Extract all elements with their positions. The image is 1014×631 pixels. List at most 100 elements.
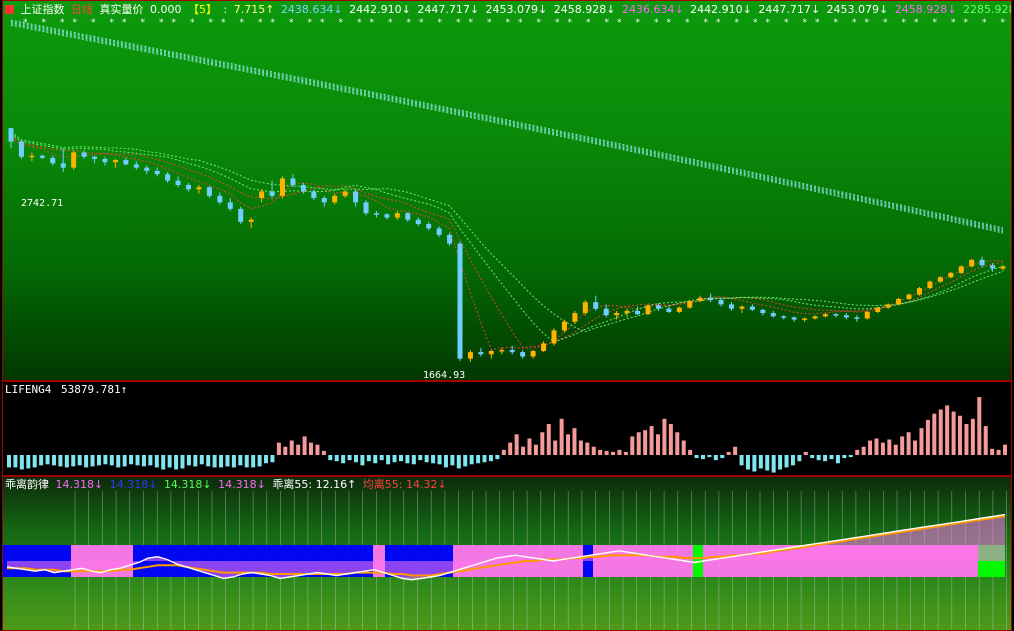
lifeng4-bar <box>264 455 269 464</box>
lifeng4-bar <box>816 455 821 461</box>
lifeng4-name[interactable]: LIFENG4 <box>5 383 51 396</box>
lifeng4-bar <box>559 418 564 455</box>
lifeng4-bar <box>861 446 866 455</box>
lifeng4-bar <box>713 455 718 461</box>
lifeng4-histogram[interactable] <box>3 382 1012 476</box>
lifeng4-bar <box>71 455 76 467</box>
candle-body <box>290 178 296 185</box>
signal-star-marker: * <box>91 18 96 28</box>
lifeng4-bar <box>463 455 468 467</box>
indicator-value-12: 2285.928↓ <box>962 3 1011 16</box>
candle-body <box>781 316 787 318</box>
indicator-name[interactable]: 真实量价 <box>100 3 144 16</box>
indicator-value-6: 2458.928↓ <box>553 3 616 16</box>
signal-star-marker: * <box>23 18 28 28</box>
lifeng4-bar <box>129 455 134 465</box>
candle-body <box>269 191 275 196</box>
lifeng4-bar <box>880 442 885 455</box>
candle-body <box>447 234 453 244</box>
signal-star-marker: * <box>110 18 115 28</box>
divergence-chart[interactable] <box>3 477 1012 631</box>
lifeng4-bar <box>174 455 179 470</box>
candle-body <box>248 219 254 222</box>
candle-body <box>405 213 411 220</box>
signal-star-marker: * <box>258 18 263 28</box>
lifeng4-bar <box>206 455 211 467</box>
divergence-panel[interactable]: 乖离韵律 14.318↓ 14.318↓ 14.318↓ 14.318↓ 乖离5… <box>2 476 1012 631</box>
signal-star-marker: * <box>456 18 461 28</box>
lifeng4-bar <box>591 446 596 455</box>
lifeng4-bar <box>90 455 95 467</box>
lifeng4-bar <box>141 455 146 467</box>
signal-star-marker: * <box>518 18 523 28</box>
signal-star-marker: * <box>469 18 474 28</box>
candle-body <box>133 164 139 168</box>
divergence-name[interactable]: 乖离韵律 <box>5 478 49 491</box>
lifeng4-bar <box>919 428 924 455</box>
stock-title: 上证指数 <box>20 3 65 16</box>
signal-star-marker: * <box>815 18 820 28</box>
candle-body <box>708 297 714 301</box>
lifeng4-bar <box>321 450 326 455</box>
signal-star-marker: * <box>141 18 146 28</box>
lifeng4-bar <box>752 455 757 472</box>
lifeng4-bar <box>694 455 699 459</box>
lifeng4-bar <box>199 455 204 465</box>
candlestick-chart[interactable]: * * * * * * * * * * * * * * * * * * * * * * * * * * * * * * * * * * * * * * * *… <box>3 1 1012 381</box>
signal-star-marker: * <box>716 18 721 28</box>
lifeng4-panel[interactable]: LIFENG4 53879.781↑ <box>2 381 1012 476</box>
lifeng4-bar <box>276 442 281 455</box>
lifeng4-bar <box>231 455 236 468</box>
lifeng4-bar <box>533 444 538 455</box>
candle-body <box>60 163 66 168</box>
lifeng4-bar <box>778 455 783 470</box>
lifeng4-bar <box>745 455 750 470</box>
candle-body <box>561 321 567 331</box>
lifeng4-bar <box>945 405 950 455</box>
candle-body <box>520 352 526 357</box>
candle-body <box>154 170 160 175</box>
signal-star-marker: * <box>685 18 690 28</box>
candle-body <box>467 352 473 359</box>
candle-body <box>948 272 954 278</box>
lifeng4-bar <box>154 455 159 468</box>
lifeng4-bar <box>283 446 288 455</box>
lifeng4-bar <box>270 455 275 463</box>
lifeng4-bar <box>964 424 969 455</box>
candle-body <box>1000 266 1006 269</box>
signal-star-marker: * <box>951 18 956 28</box>
lifeng4-bar <box>611 451 616 455</box>
period-label[interactable]: 日线 <box>71 3 93 16</box>
price-header: 上证指数 日线 真实量价 0.000 【5】 : 7.715↑ 2438.634… <box>5 3 1011 17</box>
lifeng4-bar <box>566 434 571 455</box>
lifeng4-bar <box>681 440 686 455</box>
candle-body <box>614 313 620 316</box>
lifeng4-bar <box>720 455 725 459</box>
lifeng4-bar <box>116 455 121 468</box>
lifeng4-bar <box>739 455 744 466</box>
lifeng4-bar <box>636 432 641 455</box>
lifeng4-bar <box>958 415 963 455</box>
candle-body <box>39 155 45 158</box>
lifeng4-bar <box>810 455 815 459</box>
lifeng4-bar <box>13 455 18 468</box>
candle-body <box>373 213 379 215</box>
signal-star-marker: * <box>933 18 938 28</box>
lifeng4-bar <box>585 442 590 455</box>
lifeng4-bar <box>784 455 789 468</box>
lifeng4-bar <box>790 455 795 466</box>
price-panel[interactable]: 上证指数 日线 真实量价 0.000 【5】 : 7.715↑ 2438.634… <box>2 0 1012 381</box>
stock-logo-icon <box>5 5 14 14</box>
signal-star-marker: * <box>209 18 214 28</box>
candle-body <box>165 174 171 181</box>
signal-star-marker: * <box>1001 18 1006 28</box>
candle-body <box>593 302 599 309</box>
lifeng4-bar <box>887 439 892 455</box>
divergence-item-0: 14.318↓ <box>55 478 104 491</box>
lifeng4-bar <box>990 448 995 455</box>
candle-body <box>394 213 400 218</box>
candle-body <box>802 318 808 320</box>
signal-star-marker: * <box>159 18 164 28</box>
candle-body <box>71 152 77 168</box>
signal-star-marker: * <box>240 18 245 28</box>
